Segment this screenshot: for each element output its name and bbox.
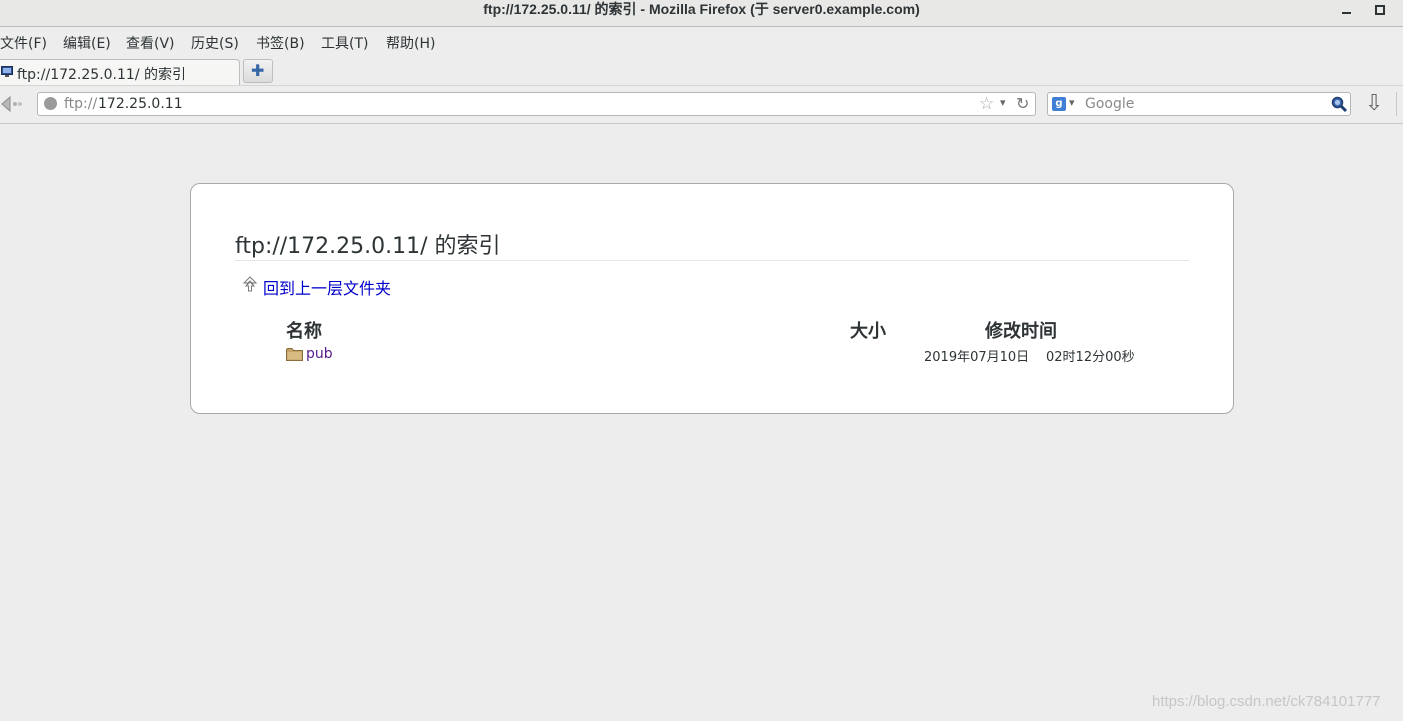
row-modified-time: 02时12分00秒 <box>1046 350 1135 365</box>
directory-listing: ftp://172.25.0.11/ 的索引 回到上一层文件夹 名称 大小 修改… <box>190 183 1234 414</box>
column-header-modified[interactable]: 修改时间 <box>985 317 1057 343</box>
heading-divider <box>235 260 1189 261</box>
menu-history[interactable]: 历史(S) <box>191 33 239 53</box>
menu-view[interactable]: 查看(V) <box>126 33 175 53</box>
reload-icon[interactable]: ↻ <box>1016 94 1029 113</box>
search-bar[interactable]: g ▾ Google <box>1047 92 1351 116</box>
google-icon[interactable]: g <box>1052 97 1066 111</box>
back-arrow-icon[interactable] <box>0 94 24 114</box>
minimize-button[interactable] <box>1338 2 1354 18</box>
navigation-toolbar: ftp:// 172.25.0.11 ☆ ▾ ↻ g ▾ Google ⇩ <box>0 85 1403 124</box>
menu-bookmarks[interactable]: 书签(B) <box>256 33 305 53</box>
url-host: 172.25.0.11 <box>98 96 183 112</box>
download-icon[interactable]: ⇩ <box>1365 92 1383 116</box>
window-title: ftp://172.25.0.11/ 的索引 - Mozilla Firefox… <box>483 1 920 17</box>
site-identity-icon[interactable] <box>44 97 57 110</box>
column-header-size[interactable]: 大小 <box>850 317 886 343</box>
bookmark-star-icon[interactable]: ☆ <box>979 94 994 114</box>
watermark: https://blog.csdn.net/ck784101777 <box>1152 693 1381 710</box>
search-input[interactable]: Google <box>1085 96 1134 112</box>
new-tab-button[interactable]: ✚ <box>243 59 273 83</box>
folder-icon <box>286 348 303 361</box>
url-bar[interactable]: ftp:// 172.25.0.11 ☆ ▾ ↻ <box>37 92 1036 116</box>
monitor-icon <box>1 66 13 77</box>
menu-tools[interactable]: 工具(T) <box>321 33 368 53</box>
maximize-button[interactable] <box>1372 2 1388 18</box>
plus-icon: ✚ <box>251 61 265 80</box>
row-modified-date: 2019年07月10日 <box>924 350 1030 365</box>
tab-label: ftp://172.25.0.11/ 的索引 <box>17 67 186 83</box>
file-link-pub[interactable]: pub <box>306 346 333 362</box>
up-folder-icon <box>242 276 258 292</box>
menu-bar: 文件(F) 编辑(E) 查看(V) 历史(S) 书签(B) 工具(T) 帮助(H… <box>0 28 1403 57</box>
search-icon[interactable] <box>1330 95 1348 113</box>
minimize-icon <box>1341 12 1351 14</box>
toolbar-overflow[interactable] <box>1396 92 1403 116</box>
menu-help[interactable]: 帮助(H) <box>386 33 435 53</box>
tab-active[interactable]: ftp://172.25.0.11/ 的索引 <box>0 59 240 85</box>
chevron-down-icon[interactable]: ▾ <box>1000 96 1006 109</box>
page-title: ftp://172.25.0.11/ 的索引 <box>235 234 501 259</box>
menu-file[interactable]: 文件(F) <box>0 33 47 53</box>
menu-edit[interactable]: 编辑(E) <box>63 33 111 53</box>
parent-directory-link[interactable]: 回到上一层文件夹 <box>263 275 391 299</box>
chevron-down-icon[interactable]: ▾ <box>1069 96 1075 109</box>
column-header-name[interactable]: 名称 <box>286 317 322 343</box>
tab-strip: ftp://172.25.0.11/ 的索引 ✚ <box>0 57 1403 85</box>
window-titlebar: ftp://172.25.0.11/ 的索引 - Mozilla Firefox… <box>0 0 1403 27</box>
url-scheme: ftp:// <box>64 96 98 112</box>
maximize-icon <box>1375 5 1385 15</box>
